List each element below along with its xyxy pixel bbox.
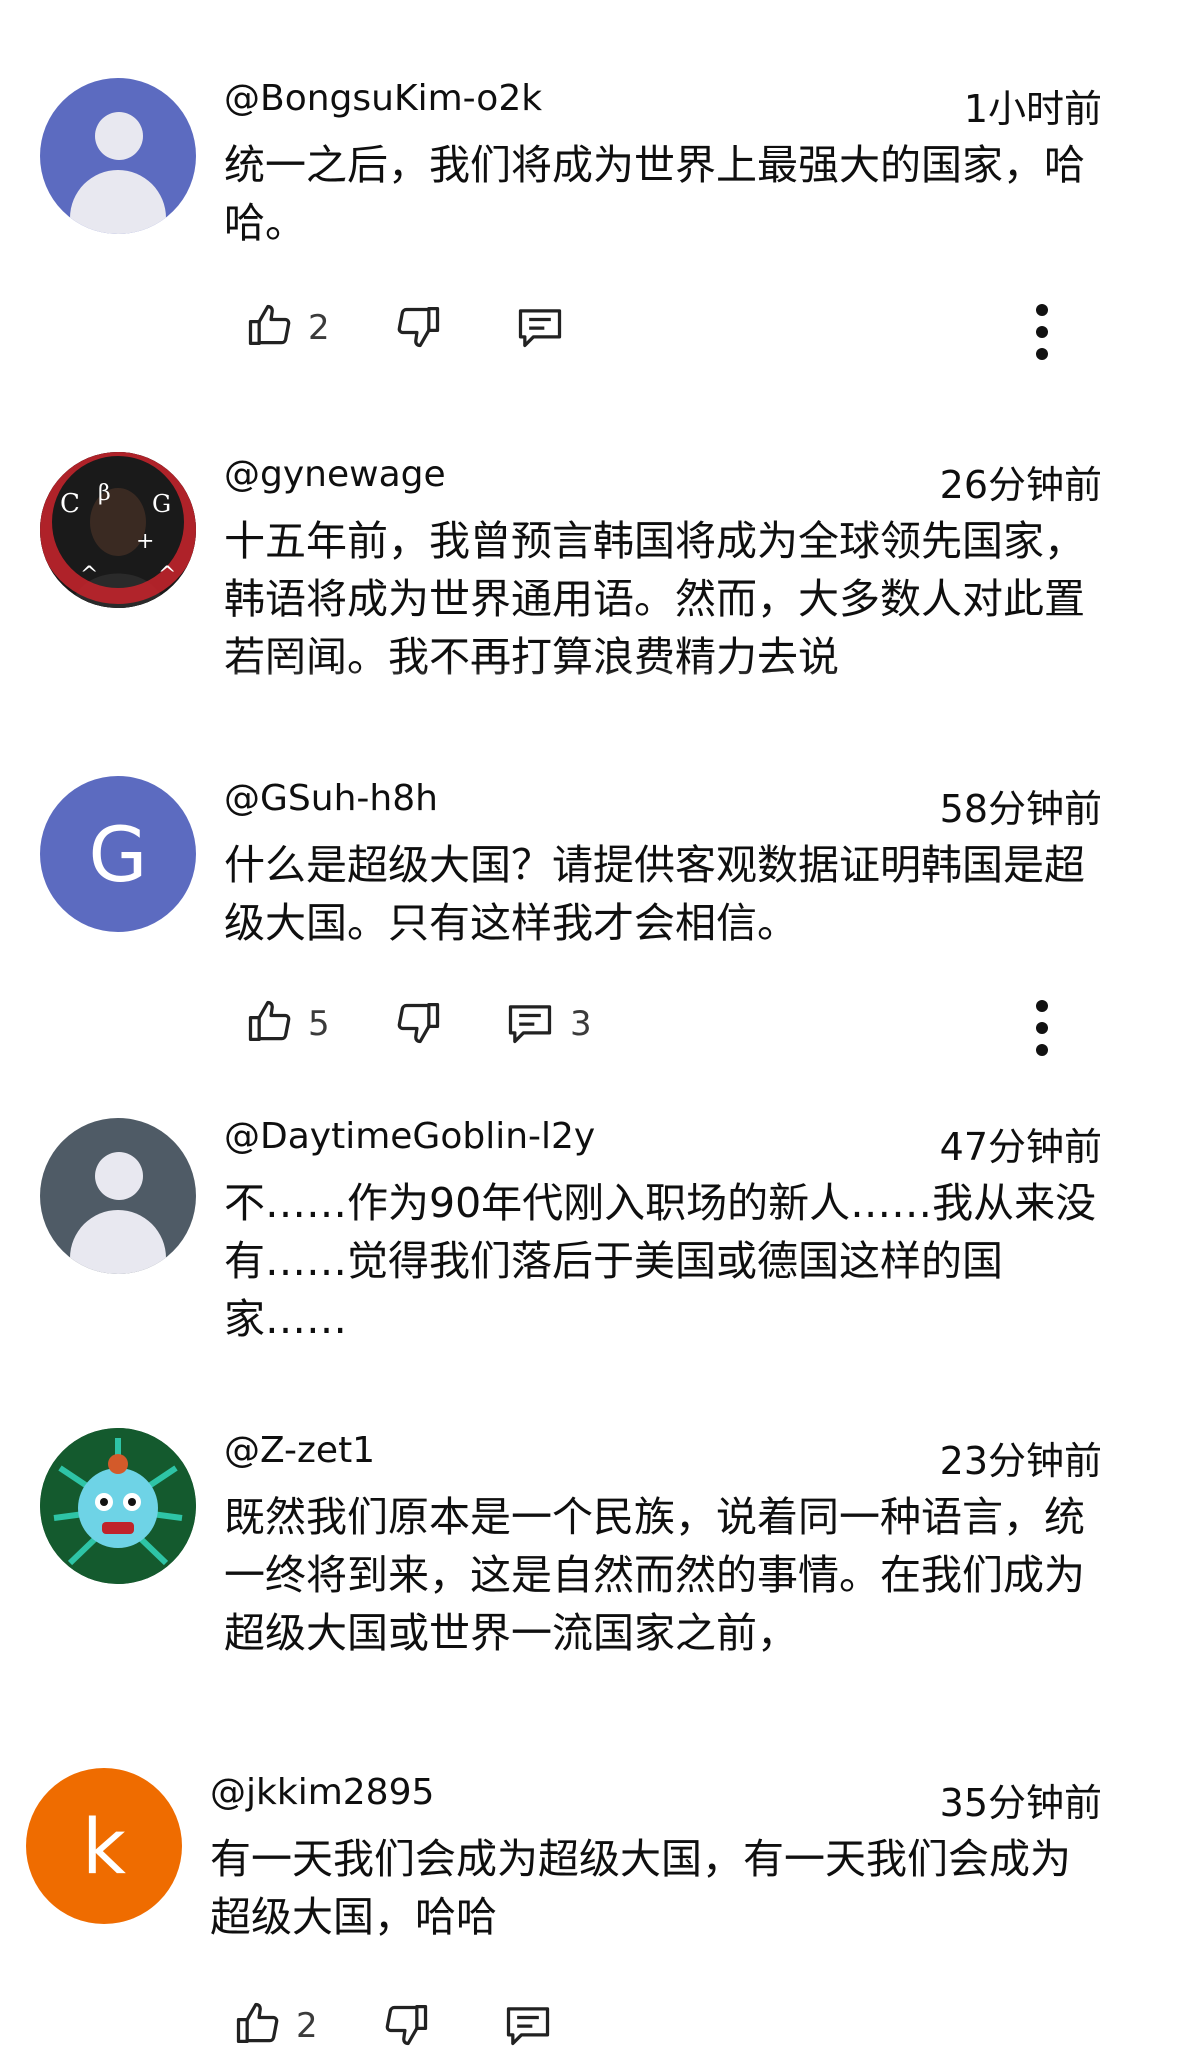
avatar[interactable]: C β G + ^ ^ <box>40 452 196 608</box>
comment-item: @DaytimeGoblin-l2y 47分钟前 不……作为90年代刚入职场的新… <box>0 1110 1184 1420</box>
comment-item: G @GSuh-h8h 58分钟前 什么是超级大国？请提供客观数据证明韩国是超级… <box>0 730 1184 1110</box>
comment-username[interactable]: @Z-zet1 <box>224 1430 375 1471</box>
avatar[interactable] <box>40 1118 196 1274</box>
comment-text: 什么是超级大国？请提供客观数据证明韩国是超级大国。只有这样我才会相信。 <box>224 841 1085 947</box>
comment-text: 既然我们原本是一个民族，说着同一种语言，统一终将到来，这是自然而然的事情。在我们… <box>224 1493 1085 1657</box>
reply-count[interactable]: 3 <box>570 1004 592 1044</box>
thumbs-down-icon[interactable] <box>392 300 444 352</box>
thumbs-down-icon[interactable] <box>392 996 444 1048</box>
thumbs-up-icon[interactable] <box>232 1998 284 2048</box>
comment-username[interactable]: @GSuh-h8h <box>224 778 438 819</box>
comment-username[interactable]: @BongsuKim-o2k <box>224 78 542 119</box>
comment-item: C β G + ^ ^ @gynewage 26分钟前 十五年前，我曾预言韩国将… <box>0 400 1184 730</box>
comment-actions: 2 <box>244 300 1144 364</box>
comment-timestamp: 47分钟前 <box>939 1125 1102 1169</box>
comment-timestamp: 23分钟前 <box>939 1439 1102 1483</box>
svg-text:β: β <box>98 481 111 506</box>
avatar[interactable] <box>40 78 196 234</box>
comment-text: 十五年前，我曾预言韩国将成为全球领先国家，韩语将成为世界通用语。然而，大多数人对… <box>224 517 1085 681</box>
like-count: 2 <box>296 2006 318 2046</box>
avatar[interactable]: G <box>40 776 196 932</box>
comment-text: 统一之后，我们将成为世界上最强大的国家，哈哈。 <box>224 141 1085 247</box>
svg-text:^: ^ <box>158 563 176 588</box>
svg-text:C: C <box>60 489 80 519</box>
comment-item: @Z-zet1 23分钟前 既然我们原本是一个民族，说着同一种语言，统一终将到来… <box>0 1420 1184 1720</box>
comment-timestamp: 58分钟前 <box>939 787 1102 831</box>
more-vertical-icon[interactable] <box>1034 304 1050 360</box>
more-vertical-icon[interactable] <box>1034 1000 1050 1056</box>
comment-icon[interactable] <box>502 1998 554 2048</box>
comment-username[interactable]: @gynewage <box>224 454 446 495</box>
comment-username[interactable]: @DaytimeGoblin-l2y <box>224 1116 595 1157</box>
svg-text:^: ^ <box>80 563 98 588</box>
comment-icon[interactable] <box>514 300 566 352</box>
like-count: 2 <box>308 308 330 348</box>
avatar[interactable]: k <box>26 1768 182 1924</box>
comment-text: 有一天我们会成为超级大国，有一天我们会成为超级大国，哈哈 <box>210 1835 1071 1941</box>
comment-actions: 2 <box>232 1998 1132 2048</box>
avatar[interactable] <box>40 1428 196 1584</box>
svg-text:G: G <box>152 490 171 518</box>
comment-timestamp: 26分钟前 <box>939 463 1102 507</box>
comment-actions: 5 3 <box>244 996 1144 1060</box>
thumbs-up-icon[interactable] <box>244 300 296 352</box>
thumbs-up-icon[interactable] <box>244 996 296 1048</box>
comment-item: @BongsuKim-o2k 1小时前 统一之后，我们将成为世界上最强大的国家，… <box>0 0 1184 400</box>
like-count: 5 <box>308 1004 330 1044</box>
comment-timestamp: 1小时前 <box>963 87 1102 131</box>
svg-text:+: + <box>136 529 154 554</box>
comment-username[interactable]: @jkkim2895 <box>210 1772 434 1813</box>
comment-timestamp: 35分钟前 <box>939 1781 1102 1825</box>
thumbs-down-icon[interactable] <box>380 1998 432 2048</box>
comment-text: 不……作为90年代刚入职场的新人……我从来没有……觉得我们落后于美国或德国这样的… <box>224 1179 1097 1343</box>
comment-icon[interactable] <box>504 996 556 1048</box>
comment-item: k @jkkim2895 35分钟前 有一天我们会成为超级大国，有一天我们会成为… <box>0 1720 1184 2048</box>
